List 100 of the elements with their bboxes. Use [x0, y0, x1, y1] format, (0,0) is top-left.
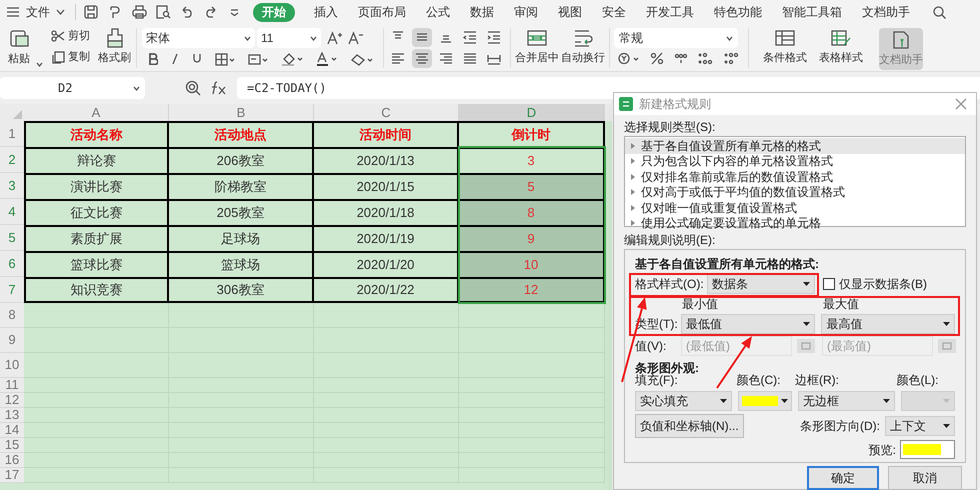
row-header[interactable]: 17: [0, 468, 24, 483]
ribbon-tab[interactable]: 插入: [305, 2, 347, 22]
align-center-icon[interactable]: [412, 49, 432, 68]
print-preview-icon[interactable]: [156, 5, 171, 19]
rule-type-item[interactable]: 使用公式确定要设置格式的单元格: [625, 216, 965, 231]
bar-direction-dropdown[interactable]: 上下文: [885, 416, 955, 436]
rule-type-item[interactable]: 仅对排名靠前或靠后的数值设置格式: [625, 169, 965, 184]
ok-button[interactable]: 确定: [807, 466, 879, 490]
merge-center-button[interactable]: 合并居中: [515, 28, 559, 70]
close-icon[interactable]: [955, 98, 967, 110]
search-icon[interactable]: [933, 6, 946, 18]
row-header[interactable]: 14: [0, 423, 24, 438]
field-label: 边框(R):: [795, 372, 840, 389]
ribbon-tab[interactable]: 数据: [461, 2, 503, 22]
font-name-dropdown[interactable]: 宋体: [142, 28, 255, 48]
empty-cell[interactable]: [314, 303, 459, 328]
number-format-dropdown[interactable]: 常规: [614, 28, 738, 48]
copy-button[interactable]: 复制: [51, 49, 90, 65]
row-header[interactable]: 6: [0, 251, 24, 277]
row-header[interactable]: 5: [0, 225, 24, 251]
more-icon[interactable]: [230, 8, 239, 16]
row-header[interactable]: 10: [0, 353, 24, 378]
row-header[interactable]: 4: [0, 199, 24, 225]
ribbon-tab[interactable]: 智能工具箱: [773, 2, 851, 22]
column-header[interactable]: A: [24, 104, 169, 121]
row-header[interactable]: 12: [0, 393, 24, 408]
field-label: 值(V):: [635, 338, 668, 355]
scissors-icon: [51, 30, 65, 42]
row-header[interactable]: 16: [0, 453, 24, 468]
print-icon[interactable]: [132, 5, 147, 19]
row-header[interactable]: 7: [0, 277, 24, 303]
row-header[interactable]: 11: [0, 378, 24, 393]
min-type-dropdown[interactable]: 最低值: [681, 314, 815, 334]
decrease-font-icon[interactable]: [348, 31, 364, 45]
percent-icon[interactable]: [650, 52, 664, 65]
align-middle-icon[interactable]: [412, 28, 432, 47]
format-painter-button[interactable]: 格式刷: [98, 28, 131, 70]
row-header[interactable]: 8: [0, 303, 24, 328]
range-picker-icon[interactable]: [938, 339, 956, 353]
cancel-button[interactable]: 取消: [888, 466, 962, 490]
row-header[interactable]: 2: [0, 147, 24, 173]
increase-font-icon[interactable]: [327, 31, 343, 45]
checkbox[interactable]: [823, 278, 835, 290]
rule-type-item[interactable]: 仅对高于或低于平均值的数值设置格式: [625, 184, 965, 200]
menu-icon[interactable]: [6, 6, 20, 18]
ribbon-tab[interactable]: 安全: [593, 2, 635, 22]
ribbon-tab[interactable]: 审阅: [505, 2, 547, 22]
paste-button[interactable]: 粘贴: [2, 28, 36, 68]
redo-icon[interactable]: [204, 6, 218, 18]
file-menu[interactable]: 文件: [24, 3, 52, 21]
ribbon-tab[interactable]: 特色功能: [705, 2, 771, 22]
wrap-text-button[interactable]: 自动换行: [561, 28, 605, 70]
ribbon-tab[interactable]: 视图: [549, 2, 591, 22]
row-header[interactable]: 3: [0, 173, 24, 199]
cut-button[interactable]: 剪切: [51, 28, 90, 44]
borders-icon[interactable]: [215, 52, 235, 66]
fill-dropdown[interactable]: 实心填充: [635, 391, 732, 411]
clipboard-icon: [8, 28, 30, 48]
conditional-format-button[interactable]: 条件格式: [753, 28, 817, 70]
paint-bucket-icon[interactable]: [281, 52, 303, 66]
bold-icon[interactable]: [148, 53, 158, 65]
save-icon[interactable]: [84, 5, 98, 19]
underline-icon[interactable]: [192, 53, 202, 65]
rule-type-item[interactable]: 仅对唯一值或重复值设置格式: [625, 200, 965, 216]
undo-icon[interactable]: [180, 6, 194, 18]
ribbon-tab[interactable]: 开发工具: [637, 2, 703, 22]
eraser-icon[interactable]: [351, 52, 373, 66]
function-icon[interactable]: [209, 81, 227, 95]
empty-cell[interactable]: [169, 303, 314, 328]
thousands-separator-icon[interactable]: [674, 52, 688, 65]
currency-icon[interactable]: [618, 52, 640, 65]
zoom-icon[interactable]: [185, 80, 201, 96]
format-style-dropdown[interactable]: 数据条: [707, 274, 815, 294]
row-header[interactable]: 9: [0, 328, 24, 353]
column-header[interactable]: B: [169, 104, 314, 121]
axis-settings-button[interactable]: 负值和坐标轴(N)...: [635, 414, 744, 438]
decrease-decimal-icon[interactable]: [724, 52, 740, 65]
dropdown-caret-icon[interactable]: [56, 9, 65, 15]
ribbon-tab[interactable]: 页面布局: [349, 2, 415, 22]
cell-fill-icon[interactable]: [248, 52, 268, 66]
rule-type-item[interactable]: 只为包含以下内容的单元格设置格式: [625, 154, 965, 169]
italic-icon[interactable]: [171, 53, 179, 65]
dropdown-caret-icon: [36, 62, 43, 67]
row-header[interactable]: 1: [0, 121, 24, 147]
color-dropdown[interactable]: [738, 391, 792, 411]
range-picker-icon[interactable]: [797, 339, 815, 353]
increase-decimal-icon[interactable]: [698, 52, 714, 65]
select-all-icon[interactable]: [13, 110, 22, 119]
border-dropdown[interactable]: 无边框: [798, 391, 896, 411]
rule-type-item[interactable]: 基于各自值设置所有单元格的格式: [625, 138, 965, 154]
name-box[interactable]: D2: [0, 77, 145, 99]
font-size-dropdown[interactable]: 11: [257, 28, 321, 48]
font-color-icon[interactable]: [316, 52, 338, 66]
max-type-dropdown[interactable]: 最高值: [821, 314, 955, 334]
empty-cell[interactable]: [459, 303, 605, 328]
row-header[interactable]: 15: [0, 438, 24, 453]
table-style-button[interactable]: 表格样式: [819, 28, 863, 70]
ribbon-tab[interactable]: 公式: [417, 2, 459, 22]
row-header[interactable]: 13: [0, 408, 24, 423]
ribbon-tab[interactable]: 文档助手: [853, 2, 919, 22]
